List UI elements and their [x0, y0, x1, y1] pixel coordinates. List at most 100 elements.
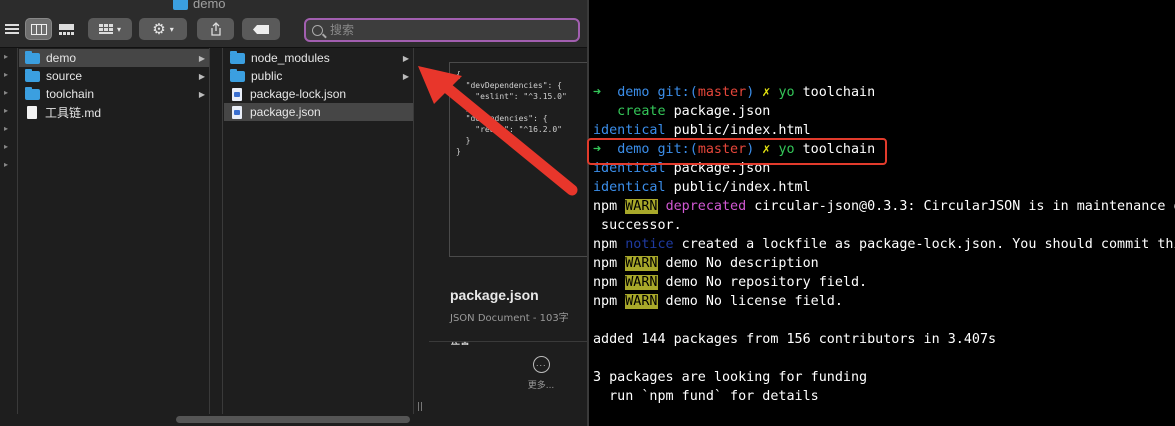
terminal-text: npm — [593, 275, 626, 290]
terminal-text: WARN — [625, 294, 658, 309]
terminal-text: demo No repository field. — [657, 275, 868, 290]
finder-window: demo ▾ ⚙ ▾ ▸ ▸ — [0, 0, 587, 426]
preview-info-heading: 信息 — [450, 339, 510, 345]
chevron-right-icon: ▶ — [198, 89, 205, 99]
item-name: demo — [46, 51, 77, 65]
terminal-text: public/index.html — [665, 123, 811, 138]
column-resize-handle[interactable] — [418, 402, 422, 411]
terminal-text: create — [593, 104, 666, 119]
column-item[interactable]: demo ▶ — [19, 49, 209, 67]
terminal-text: ✗ — [754, 85, 779, 100]
chevron-right-icon: ▸ — [4, 106, 9, 115]
gallery-view-icon — [58, 23, 74, 35]
horizontal-scrollbar[interactable] — [176, 416, 410, 423]
terminal-text: public/index.html — [665, 180, 811, 195]
terminal-text: demo — [617, 85, 658, 100]
tag-button[interactable] — [242, 18, 280, 40]
search-input[interactable] — [330, 23, 570, 37]
grid-icon — [98, 23, 113, 34]
terminal-text: package.json — [665, 104, 771, 119]
folder-icon — [230, 50, 245, 64]
terminal-line: 3 packages are looking for funding — [593, 368, 867, 387]
item-name: 工具链.md — [45, 105, 102, 120]
folder-icon — [230, 68, 245, 82]
terminal-text: added 144 packages from 156 contributors… — [593, 332, 997, 347]
folder-icon — [25, 86, 40, 100]
share-button[interactable] — [197, 18, 234, 40]
column-divider[interactable] — [211, 48, 223, 414]
column-view-button[interactable] — [25, 18, 52, 40]
column-item[interactable]: source ▶ — [19, 67, 209, 85]
chevron-right-icon: ▶ — [198, 53, 205, 63]
group-by-button[interactable]: ▾ — [88, 18, 132, 40]
highlight-annotation — [587, 138, 887, 165]
search-field[interactable] — [304, 18, 580, 42]
column-item[interactable]: package-lock.json — [224, 85, 413, 103]
column-item[interactable]: 工具链.md — [19, 103, 209, 121]
action-menu-button[interactable]: ⚙ ▾ — [139, 18, 187, 40]
search-icon — [312, 24, 323, 36]
terminal-text: identical — [593, 123, 666, 138]
terminal-line: run `npm fund` for details — [593, 387, 819, 406]
terminal-text: WARN — [625, 275, 658, 290]
ellipsis-icon: ··· — [532, 356, 550, 373]
list-view-icon — [5, 23, 19, 34]
terminal-text: WARN — [625, 256, 658, 271]
chevron-right-icon: ▸ — [4, 88, 9, 97]
chevron-right-icon: ▸ — [4, 142, 9, 151]
terminal-text: demo No description — [657, 256, 819, 271]
column-view-icon — [30, 23, 47, 35]
preview-code: { "devDependencies": { "eslint": "^3.15.… — [456, 70, 567, 156]
terminal-line: successor. — [593, 216, 682, 235]
window-title: demo — [173, 0, 226, 11]
terminal-text: npm — [593, 256, 626, 271]
finder-toolbar: ▾ ⚙ ▾ — [0, 12, 587, 48]
list-view-button[interactable] — [0, 18, 24, 40]
column-item[interactable]: public ▶ — [224, 67, 413, 85]
terminal-text: demo No license field. — [657, 294, 843, 309]
terminal-window[interactable]: ➜ demo git:(master) ✗ yo toolchain creat… — [589, 0, 1175, 426]
column-item[interactable]: toolchain ▶ — [19, 85, 209, 103]
terminal-text: git:( — [657, 85, 698, 100]
more-button[interactable]: ··· 更多... — [521, 356, 561, 391]
column-item[interactable]: package.json — [224, 103, 413, 121]
chevron-right-icon: ▶ — [402, 71, 409, 81]
terminal-text: run `npm fund` for details — [593, 389, 819, 404]
terminal-text: notice — [625, 237, 674, 252]
folder-icon — [25, 50, 40, 64]
folder-icon — [25, 68, 40, 82]
terminal-text: successor. — [593, 218, 682, 233]
terminal-text: deprecated — [665, 199, 747, 214]
json-file-icon — [232, 105, 242, 119]
terminal-line: npm WARN demo No repository field. — [593, 273, 867, 292]
document-icon — [27, 105, 37, 119]
gear-icon: ⚙ — [152, 20, 166, 38]
item-name: toolchain — [46, 87, 95, 101]
terminal-line: added 144 packages from 156 contributors… — [593, 330, 996, 349]
terminal-text: WARN — [625, 199, 658, 214]
item-name: source — [46, 69, 83, 83]
preview-pane: { "devDependencies": { "eslint": "^3.15.… — [429, 48, 587, 426]
json-file-icon — [232, 87, 242, 101]
terminal-text: npm — [593, 237, 626, 252]
chevron-down-icon: ▾ — [169, 24, 174, 34]
finder-column-2[interactable]: node_modules ▶ public ▶ package-lock.json pac… — [224, 48, 414, 414]
gallery-view-button[interactable] — [53, 18, 79, 40]
terminal-line: npm notice created a lockfile as package… — [593, 235, 1175, 254]
item-name: node_modules — [251, 51, 330, 65]
terminal-text: npm — [593, 294, 626, 309]
finder-column-1[interactable]: demo ▶ source ▶ toolchain ▶ 工具链.md — [19, 48, 210, 414]
column-item[interactable]: node_modules ▶ — [224, 49, 413, 67]
finder-titlebar: demo — [0, 0, 587, 12]
preview-filename: package.json — [450, 287, 539, 303]
window-title-text: demo — [193, 0, 226, 11]
terminal-text: created a lockfile as package-lock.json.… — [673, 237, 1175, 252]
terminal-text: master — [697, 85, 747, 100]
item-name: package-lock.json — [250, 87, 347, 101]
parent-column[interactable]: ▸ ▸ ▸ ▸ ▸ ▸ ▸ — [0, 48, 18, 414]
chevron-down-icon: ▾ — [116, 24, 121, 34]
chevron-right-icon: ▶ — [198, 71, 205, 81]
share-icon — [210, 22, 221, 36]
terminal-line: npm WARN deprecated circular-json@0.3.3:… — [593, 197, 1175, 216]
terminal-text: toolchain — [794, 85, 876, 100]
